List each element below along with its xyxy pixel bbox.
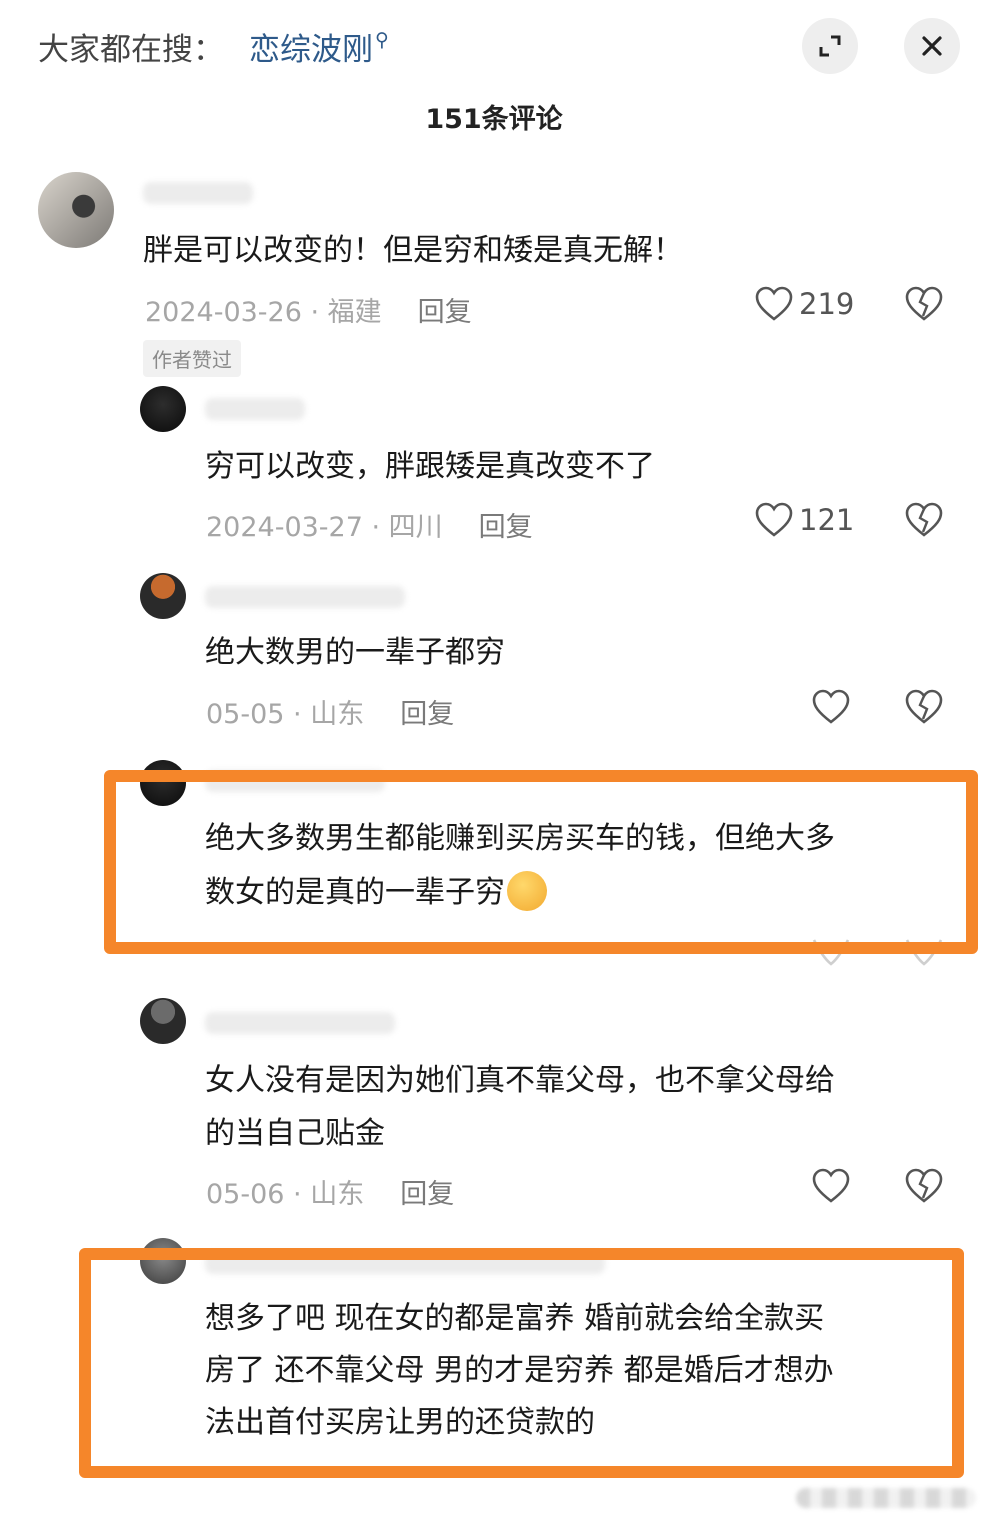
- heart-icon[interactable]: [812, 1168, 850, 1204]
- like-count: 219: [799, 287, 855, 321]
- heart-icon: [755, 502, 793, 537]
- search-suggestion-label: 大家都在搜：: [38, 32, 224, 68]
- username[interactable]: [143, 182, 253, 204]
- like-button[interactable]: 219: [755, 286, 854, 322]
- avatar[interactable]: [140, 998, 186, 1044]
- comment-text: 女人没有是因为她们真不靠父母，也不拿父母给: [205, 1063, 835, 1098]
- comment-location: 山东: [310, 1179, 365, 1210]
- avatar[interactable]: [38, 172, 114, 248]
- watermark: [796, 1488, 976, 1508]
- comment-text: 穷可以改变，胖跟矮是真改变不了: [205, 449, 655, 484]
- comment-text: 胖是可以改变的！但是穷和矮是真无解！: [143, 233, 683, 268]
- comment-location: 福建: [327, 297, 382, 328]
- comment-count-title: 151条评论: [425, 104, 563, 135]
- comment-date: 05-05: [206, 699, 285, 730]
- username[interactable]: [205, 586, 405, 608]
- search-suggestion-link[interactable]: 恋综波刚 ⚲: [249, 24, 389, 69]
- comment-date: 2024-03-27: [206, 512, 363, 543]
- expand-icon: [819, 35, 841, 57]
- close-icon: [922, 36, 942, 56]
- reply-button[interactable]: 回复: [400, 699, 454, 730]
- comment-meta: 05-06 · 山东 回复: [206, 1179, 455, 1210]
- comment-date: 2024-03-26: [145, 297, 302, 328]
- avatar[interactable]: [140, 386, 186, 432]
- comment-location: 四川: [388, 512, 443, 543]
- comment-text: 绝大数男的一辈子都穷: [205, 635, 505, 670]
- comment-meta: 2024-03-26 · 福建 回复: [145, 297, 472, 328]
- author-liked-badge: 作者赞过: [143, 340, 241, 377]
- expand-button[interactable]: [802, 18, 858, 74]
- comment-date: 05-06: [206, 1179, 285, 1210]
- reply-button[interactable]: 回复: [400, 1179, 454, 1210]
- broken-heart-icon[interactable]: [905, 286, 943, 322]
- top-bar: 大家都在搜： 恋综波刚 ⚲: [0, 0, 988, 92]
- comment-meta: 05-05 · 山东 回复: [206, 699, 455, 730]
- like-button[interactable]: 121: [755, 502, 854, 538]
- comment-meta: 2024-03-27 · 四川 回复: [206, 512, 533, 543]
- broken-heart-icon[interactable]: [905, 502, 943, 538]
- reply-button[interactable]: 回复: [418, 297, 472, 328]
- reply-button[interactable]: 回复: [479, 512, 533, 543]
- username[interactable]: [205, 1012, 395, 1034]
- search-term-text: 恋综波刚: [249, 32, 373, 68]
- heart-icon[interactable]: [812, 689, 850, 725]
- magnifier-icon: ⚲: [375, 29, 389, 51]
- comment-location: 山东: [310, 699, 365, 730]
- highlight-box: [104, 770, 978, 954]
- highlight-box: [79, 1248, 964, 1478]
- close-button[interactable]: [904, 18, 960, 74]
- broken-heart-icon[interactable]: [905, 1168, 943, 1204]
- broken-heart-icon[interactable]: [905, 689, 943, 725]
- avatar[interactable]: [140, 573, 186, 619]
- username[interactable]: [205, 398, 305, 420]
- like-count: 121: [799, 503, 855, 537]
- heart-icon: [755, 286, 793, 321]
- comment-text: 的当自己贴金: [205, 1116, 385, 1151]
